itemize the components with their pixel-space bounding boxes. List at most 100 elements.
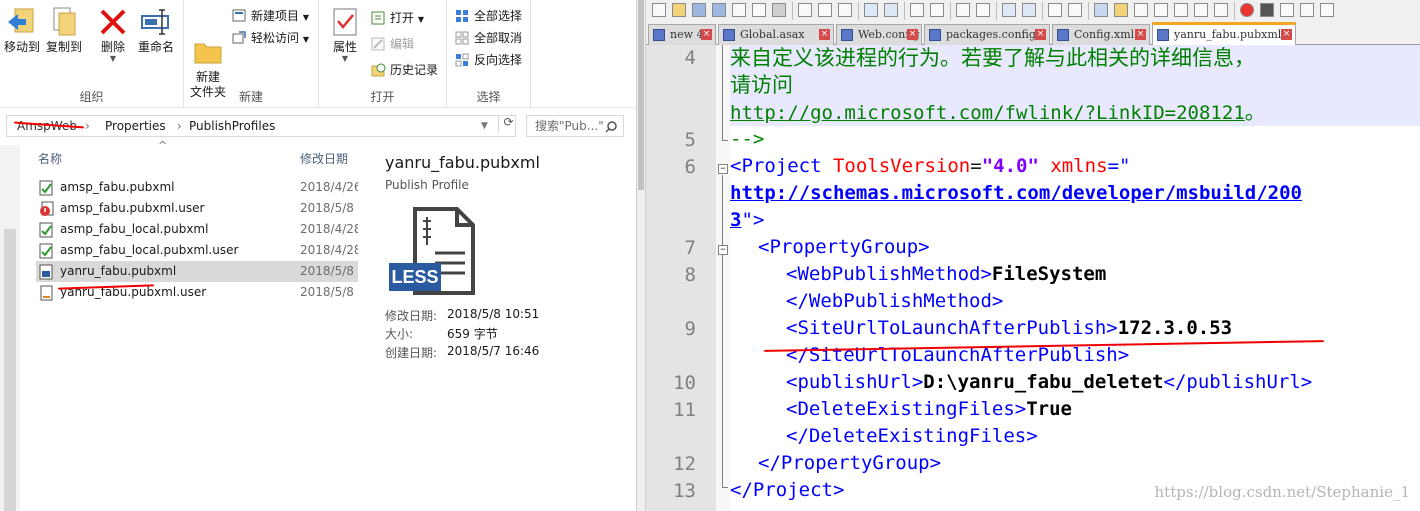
tab-yanru-fabu-pubxml[interactable]: yanru_fabu.pubxml ×	[1152, 22, 1296, 46]
tab-new-4[interactable]: new 4 ×	[648, 24, 716, 45]
line-number: 9	[684, 318, 696, 340]
open-button[interactable]: 打开 ▼	[371, 8, 424, 28]
show-all-chars-icon[interactable]	[1068, 3, 1082, 17]
close-all-icon[interactable]	[752, 3, 766, 17]
line-number: 8	[684, 264, 696, 286]
word-wrap-icon[interactable]	[1048, 3, 1062, 17]
select-none-icon	[455, 31, 470, 45]
tab-packages-config[interactable]: packages.config ×	[924, 24, 1050, 45]
zoom-out-icon[interactable]	[976, 3, 990, 17]
ribbon-group-label: 打开	[370, 90, 395, 104]
tab-global-asax[interactable]: Global.asax ×	[718, 24, 834, 45]
easy-access-button[interactable]: 轻松访问 ▼	[232, 28, 309, 48]
close-tab-icon[interactable]: ×	[1281, 29, 1292, 40]
breadcrumb-properties[interactable]: Properties	[105, 116, 166, 136]
indent-guide-icon[interactable]	[1094, 3, 1108, 17]
code-line-4a: 来自定义该进程的行为。若要了解与此相关的详细信息，	[730, 45, 1420, 72]
redo-icon[interactable]	[884, 3, 898, 17]
stop-macro-icon[interactable]	[1260, 3, 1274, 17]
close-file-icon[interactable]	[732, 3, 746, 17]
fold-collapse-icon[interactable]: −	[718, 164, 728, 174]
code-line-7: <PropertyGroup>	[758, 236, 930, 258]
close-tab-icon[interactable]: ×	[907, 29, 918, 40]
close-tab-icon[interactable]: ×	[701, 29, 712, 40]
file-row[interactable]: asmp_fabu_local.pubxml.user 2018/4/28	[36, 240, 358, 261]
nav-scrollbar[interactable]	[4, 229, 16, 511]
tab-web-config[interactable]: Web.config ×	[836, 24, 922, 45]
history-icon	[371, 63, 386, 77]
open-file-icon[interactable]	[672, 3, 686, 17]
file-row[interactable]: amsp_fabu.pubxml 2018/4/26	[36, 177, 358, 198]
pubxml-file-icon	[39, 222, 54, 238]
ribbon-group-label: 组织	[79, 90, 104, 104]
folder-as-workspace-icon[interactable]	[1174, 3, 1188, 17]
save-all-icon[interactable]	[712, 3, 726, 17]
new-file-icon[interactable]	[652, 3, 666, 17]
search-input[interactable]: 搜索"Pub..."	[526, 115, 624, 137]
file-tab-icon	[723, 29, 735, 41]
rename-button[interactable]: 重命名	[134, 6, 178, 55]
print-icon[interactable]	[772, 3, 786, 17]
undo-icon[interactable]	[864, 3, 878, 17]
fold-collapse-icon[interactable]: −	[718, 245, 728, 255]
save-macro-icon[interactable]	[1320, 3, 1334, 17]
column-header-name[interactable]: 名称	[38, 150, 62, 167]
code-editor[interactable]: 来自定义该进程的行为。若要了解与此相关的详细信息， 请访问 http://go.…	[730, 45, 1420, 511]
play-macro-icon[interactable]	[1280, 3, 1294, 17]
code-line-9a: <SiteUrlToLaunchAfterPublish>172.3.0.53	[786, 317, 1233, 339]
zoom-in-icon[interactable]	[956, 3, 970, 17]
tab-config-xml[interactable]: Config.xml ×	[1052, 24, 1150, 45]
select-none-button[interactable]: 全部取消	[455, 28, 522, 48]
explorer-scrollbar-thumb[interactable]	[638, 0, 644, 190]
toolbar-separator	[950, 2, 951, 20]
sync-vertical-icon[interactable]	[1002, 3, 1016, 17]
sync-horizontal-icon[interactable]	[1022, 3, 1036, 17]
edit-button[interactable]: 编辑	[371, 34, 414, 54]
play-multiple-icon[interactable]	[1300, 3, 1314, 17]
line-number: 7	[684, 237, 696, 259]
paste-icon[interactable]	[838, 3, 852, 17]
properties-check-icon	[329, 6, 361, 38]
cut-icon[interactable]	[798, 3, 812, 17]
address-dropdown-icon[interactable]: ▼	[481, 116, 488, 136]
toolbar-separator	[1234, 2, 1235, 20]
function-list-icon[interactable]	[1154, 3, 1168, 17]
replace-icon[interactable]	[930, 3, 944, 17]
properties-button[interactable]: 属性 ▼	[325, 6, 365, 63]
user-language-icon[interactable]	[1114, 3, 1128, 17]
breadcrumb-publishprofiles[interactable]: PublishProfiles	[189, 116, 275, 136]
refresh-icon[interactable]: ⟳	[498, 115, 518, 133]
file-row[interactable]: asmp_fabu_local.pubxml 2018/4/28	[36, 219, 358, 240]
close-tab-icon[interactable]: ×	[819, 29, 830, 40]
line-number: 11	[673, 399, 696, 421]
copy-to-button[interactable]: 复制到	[44, 6, 84, 55]
history-button[interactable]: 历史记录	[371, 60, 438, 80]
column-header-date[interactable]: 修改日期	[300, 150, 348, 167]
file-row[interactable]: amsp_fabu.pubxml.user 2018/5/8 9	[36, 198, 358, 219]
select-all-button[interactable]: 全部选择	[455, 6, 522, 26]
new-folder-button[interactable]: 新建 文件夹	[188, 6, 228, 100]
new-item-button[interactable]: 新建项目 ▼	[232, 6, 309, 26]
record-macro-icon[interactable]	[1240, 3, 1254, 17]
copy-icon[interactable]	[818, 3, 832, 17]
open-icon	[371, 11, 386, 25]
preview-pane: yanru_fabu.pubxml Publish Profile LESS 修…	[385, 153, 540, 360]
save-icon[interactable]	[692, 3, 706, 17]
line-number: 13	[673, 480, 696, 502]
invert-selection-button[interactable]: 反向选择	[455, 50, 522, 70]
close-tab-icon[interactable]: ×	[1035, 29, 1046, 40]
address-bar-row: AmspWeb › Properties › PublishProfiles ▼…	[0, 113, 636, 139]
pubxml-file-icon	[39, 264, 54, 280]
move-to-button[interactable]: 移动到	[2, 6, 42, 55]
monitoring-icon[interactable]	[1194, 3, 1208, 17]
file-tab-icon	[929, 29, 941, 41]
view-icon[interactable]	[1214, 3, 1228, 17]
code-line-6a: <Project ToolsVersion="4.0" xmlns="	[730, 155, 1131, 177]
find-icon[interactable]	[910, 3, 924, 17]
close-tab-icon[interactable]: ×	[1135, 29, 1146, 40]
delete-button[interactable]: 删除 ▼	[96, 6, 130, 63]
file-row[interactable]: yanru_fabu.pubxml.user 2018/5/8 1	[36, 282, 358, 303]
doc-map-icon[interactable]	[1134, 3, 1148, 17]
file-row-selected[interactable]: yanru_fabu.pubxml 2018/5/8 1	[36, 261, 358, 282]
delete-x-icon	[97, 6, 129, 38]
